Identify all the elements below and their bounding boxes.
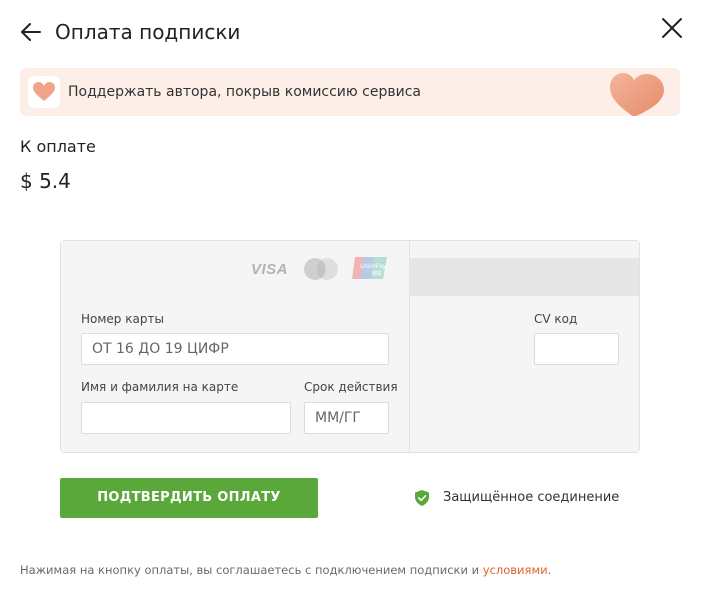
amount-label: К оплате [20,137,96,156]
arrow-left-icon [21,23,41,41]
svg-text:银联: 银联 [372,270,382,277]
support-text: Поддержать автора, покрыв комиссию серви… [68,84,421,100]
terms-note-suffix: . [547,563,552,577]
cardholder-input[interactable] [81,402,291,434]
cvv-input[interactable] [534,333,619,365]
secure-connection-text: Защищённое соединение [443,490,620,505]
terms-link[interactable]: условиями [483,563,548,577]
card-number-label: Номер карты [81,312,164,326]
cvv-label: CV код [534,312,578,326]
card-number-input[interactable] [81,333,389,365]
heart-icon-box [28,76,60,108]
expiry-input[interactable] [304,402,389,434]
terms-note-text: Нажимая на кнопку оплаты, вы соглашаетес… [20,563,483,577]
unionpay-logo-icon: UnionPay 银联 [352,257,387,279]
close-button[interactable] [660,16,684,40]
cardholder-label: Имя и фамилия на карте [81,380,239,394]
card-front: VISA UnionPay 银联 Номер карты Имя и фамил… [61,241,410,452]
terms-note: Нажимая на кнопку оплаты, вы соглашаетес… [20,563,551,577]
page-title: Оплата подписки [55,20,241,44]
expiry-label: Срок действия [304,380,398,394]
payment-modal: Оплата подписки Поддержать автора, покры… [0,0,701,599]
magnetic-stripe [410,258,639,296]
heart-icon [33,82,55,101]
confirm-payment-button[interactable]: ПОДТВЕРДИТЬ ОПЛАТУ [60,478,318,518]
card-form: VISA UnionPay 银联 Номер карты Имя и фамил… [60,240,640,453]
support-author-banner[interactable]: Поддержать автора, покрыв комиссию серви… [20,68,680,116]
visa-logo: VISA [251,261,289,278]
svg-text:UnionPay: UnionPay [360,264,387,270]
card-back: CV код [410,241,639,452]
back-button[interactable] [20,20,42,44]
close-icon [662,18,682,38]
shield-check-icon [415,490,429,506]
decorative-heart-icon [610,73,664,116]
amount-value: $ 5.4 [20,169,71,193]
mastercard-logo-icon [304,258,338,280]
modal-header: Оплата подписки [0,0,701,64]
